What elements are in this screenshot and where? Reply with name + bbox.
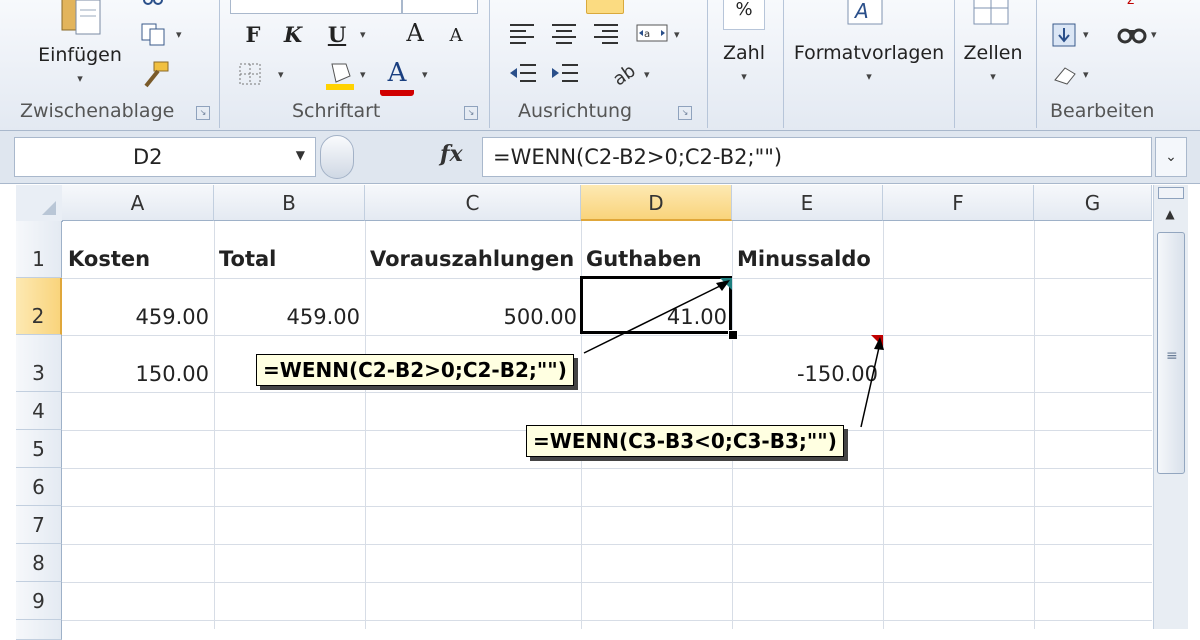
percent-icon: % xyxy=(723,0,765,30)
font-group-label: Schriftart xyxy=(292,100,381,122)
grow-font-button[interactable]: A xyxy=(400,18,430,48)
border-dropdown-icon[interactable]: ▾ xyxy=(278,68,284,81)
cells-label: Zellen xyxy=(963,42,1023,64)
editing-group-label: Bearbeiten xyxy=(1050,100,1155,122)
clear-icon[interactable] xyxy=(1051,62,1079,86)
increase-indent-icon[interactable] xyxy=(550,62,580,84)
paste-dropdown-icon[interactable]: ▾ xyxy=(77,72,83,85)
editing-group: z ▾ ▾ ▾ Bearbeiten xyxy=(1037,0,1200,130)
vertical-scrollbar[interactable]: ▲ ≡ xyxy=(1153,185,1188,629)
formula-bar: D2 ▼ fx =WENN(C2-B2>0;C2-B2;"") ⌄ xyxy=(0,131,1200,184)
format-painter-icon[interactable] xyxy=(140,60,172,88)
styles-dropdown-icon: ▾ xyxy=(866,70,872,83)
name-box-dropdown-icon[interactable]: ▼ xyxy=(296,148,305,162)
merge-dropdown-icon[interactable]: ▾ xyxy=(674,28,680,41)
merge-center-icon[interactable]: a xyxy=(636,22,668,44)
formula-input[interactable]: =WENN(C2-B2>0;C2-B2;"") xyxy=(482,137,1152,177)
paste-button[interactable]: Einfügen ▾ xyxy=(30,0,130,92)
clipboard-group: Einfügen ▾ ▾ Zwischenablage ↘ xyxy=(0,0,218,130)
formula-text: =WENN(C2-B2>0;C2-B2;"") xyxy=(493,145,783,169)
comment-callout-e3[interactable]: =WENN(C3-B3<0;C3-B3;"") xyxy=(526,425,844,457)
name-box[interactable]: D2 ▼ xyxy=(14,137,316,177)
font-color-button[interactable]: A xyxy=(380,56,414,96)
fill-icon[interactable] xyxy=(1051,22,1077,48)
fill-color-icon[interactable] xyxy=(324,58,356,90)
alignment-group-label: Ausrichtung xyxy=(518,100,633,122)
shrink-font-button[interactable]: A xyxy=(444,22,468,48)
fill-dropdown-icon[interactable]: ▾ xyxy=(1083,28,1089,41)
number-format-button[interactable]: % Zahl ▾ xyxy=(716,0,772,96)
fill-color-dropdown-icon[interactable]: ▾ xyxy=(360,68,366,81)
cells-dropdown-icon: ▾ xyxy=(990,70,996,83)
underline-button[interactable]: U xyxy=(324,20,350,48)
align-left-icon[interactable] xyxy=(508,22,536,44)
cells-button[interactable]: Zellen ▾ xyxy=(958,0,1028,96)
find-icon[interactable] xyxy=(1117,22,1147,46)
svg-text:A: A xyxy=(853,0,869,23)
name-box-value: D2 xyxy=(133,145,163,169)
expand-formula-bar-icon[interactable]: ⌄ xyxy=(1155,137,1187,177)
styles-icon: A xyxy=(847,0,883,25)
insert-function-icon[interactable]: fx xyxy=(440,141,463,167)
styles-label: Formatvorlagen xyxy=(793,42,945,64)
scroll-thumb[interactable]: ≡ xyxy=(1157,232,1185,474)
paste-label: Einfügen xyxy=(38,44,122,66)
copy-icon[interactable] xyxy=(140,22,168,46)
alignment-launcher-icon[interactable]: ↘ xyxy=(678,106,692,120)
copy-dropdown-icon[interactable]: ▾ xyxy=(176,28,182,41)
orientation-dropdown-icon[interactable]: ▾ xyxy=(644,68,650,81)
scroll-up-icon[interactable]: ▲ xyxy=(1158,201,1182,227)
italic-button[interactable]: K xyxy=(280,20,306,48)
comment-arrows xyxy=(583,278,884,428)
font-color-dropdown-icon[interactable]: ▾ xyxy=(422,68,428,81)
svg-text:a: a xyxy=(644,29,650,40)
clear-dropdown-icon[interactable]: ▾ xyxy=(1083,68,1089,81)
decrease-indent-icon[interactable] xyxy=(508,62,538,84)
font-launcher-icon[interactable]: ↘ xyxy=(464,106,478,120)
font-group: F K U ▾ A A ▾ ▾ A ▾ Schriftart ↘ xyxy=(220,0,488,130)
formula-bar-splitter[interactable] xyxy=(320,135,354,179)
wrap-highlight[interactable] xyxy=(586,0,624,14)
orientation-icon[interactable]: ab xyxy=(608,60,638,86)
alignment-group: a ▾ ab ▾ Ausrichtung ↘ xyxy=(490,0,706,130)
styles-button[interactable]: A Formatvorlagen ▾ xyxy=(786,0,952,96)
number-dropdown-icon: ▾ xyxy=(741,70,747,83)
border-icon[interactable] xyxy=(238,62,262,86)
find-dropdown-icon[interactable]: ▾ xyxy=(1151,28,1157,41)
split-box[interactable] xyxy=(1158,187,1184,199)
align-center-icon[interactable] xyxy=(550,22,578,44)
align-right-icon[interactable] xyxy=(592,22,620,44)
cells-icon xyxy=(973,0,1009,25)
comment-callout-d2[interactable]: =WENN(C2-B2>0;C2-B2;"") xyxy=(256,354,574,386)
bold-button[interactable]: F xyxy=(240,20,266,48)
number-label: Zahl xyxy=(723,42,765,64)
grip-icon: ≡ xyxy=(1166,348,1178,364)
paste-icon xyxy=(61,0,101,35)
clipboard-launcher-icon[interactable]: ↘ xyxy=(196,106,210,120)
cut-icon[interactable] xyxy=(140,0,166,8)
font-size-box[interactable] xyxy=(402,0,478,14)
ribbon: Einfügen ▾ ▾ Zwischenablage ↘ F K U ▾ A … xyxy=(0,0,1200,131)
sort-icon[interactable]: z xyxy=(1127,0,1134,8)
font-name-box[interactable] xyxy=(230,0,402,14)
worksheet-grid: A B C D E F G 1 2 3 4 5 6 7 8 9 Kosten T… xyxy=(16,185,1152,640)
clipboard-group-label: Zwischenablage xyxy=(20,100,175,122)
svg-text:ab: ab xyxy=(609,60,638,86)
underline-dropdown-icon[interactable]: ▾ xyxy=(360,28,366,41)
